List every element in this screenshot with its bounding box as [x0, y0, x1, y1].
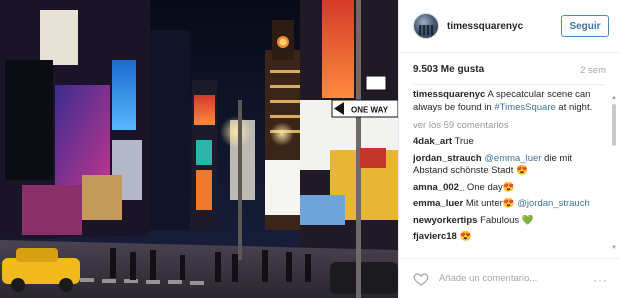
comment-author[interactable]: fjavierc18: [413, 231, 457, 242]
divider: [413, 84, 606, 85]
hashtag-link[interactable]: #TimesSquare: [494, 102, 555, 113]
ellipsis-icon[interactable]: ···: [593, 273, 608, 287]
times-square-night-scene: ONE WAY: [0, 0, 398, 298]
comment-text: Fabulous 💚: [480, 214, 534, 226]
caption-text-end: at night.: [555, 101, 593, 113]
caption: timessquarenyc A specatcular scene can a…: [413, 89, 603, 114]
comment-author[interactable]: amna_002_: [413, 182, 464, 193]
comment-text: True: [454, 136, 474, 147]
post-details-panel: timessquarenyc Seguir 9.503 Me gusta 2 s…: [398, 0, 620, 298]
chevron-down-icon[interactable]: ▼: [611, 245, 617, 251]
instagram-post-modal: ONE WAY timessquarenyc Seguir 9.503 Me g…: [0, 0, 620, 298]
scroll-thumb[interactable]: [612, 104, 616, 146]
chevron-up-icon[interactable]: ▲: [611, 95, 617, 101]
comment-author[interactable]: emma_luer: [413, 198, 463, 209]
avatar[interactable]: [413, 13, 439, 39]
comment-item: amna_002_ One day😍: [413, 182, 608, 195]
follow-button[interactable]: Seguir: [561, 15, 609, 37]
post-timestamp[interactable]: 2 sem: [580, 65, 606, 76]
comment-item: 4dak_art True: [413, 136, 608, 149]
heart-icon[interactable]: [413, 271, 429, 287]
comment-text: Mit unter😍: [465, 198, 518, 209]
mention-link[interactable]: @jordan_strauch: [517, 198, 590, 209]
svg-text:ONE WAY: ONE WAY: [351, 106, 389, 115]
comment-author[interactable]: 4dak_art: [413, 136, 452, 147]
comment-item: jordan_strauch @emma_luer die mit Abstan…: [413, 153, 608, 178]
post-stats: 9.503 Me gusta 2 sem: [413, 64, 606, 78]
likes-count[interactable]: 9.503 Me gusta: [413, 64, 484, 75]
comment-item: fjavierc18 😍: [413, 231, 608, 244]
caption-author[interactable]: timessquarenyc: [413, 89, 485, 100]
comments-list[interactable]: timessquarenyc A specatcular scene can a…: [413, 89, 608, 257]
comment-item: emma_luer Mit unter😍 @jordan_strauch: [413, 198, 608, 211]
comment-author[interactable]: jordan_strauch: [413, 153, 482, 164]
post-header: timessquarenyc Seguir: [399, 0, 620, 53]
add-comment-input[interactable]: [439, 269, 569, 288]
comment-text: One day😍: [466, 181, 515, 193]
mention-link[interactable]: @emma_luer: [484, 153, 541, 164]
view-all-comments-link[interactable]: ver los 59 comentarios: [413, 120, 608, 132]
comment-item: newyorkertips Fabulous 💚: [413, 215, 608, 228]
one-way-sign: ONE WAY: [331, 99, 398, 118]
comments-scrollbar[interactable]: ▲ ▼: [611, 95, 617, 251]
post-photo[interactable]: ONE WAY: [0, 0, 398, 298]
username-link[interactable]: timessquarenyc: [447, 21, 523, 32]
comment-footer: ···: [399, 258, 620, 298]
comment-text: 😍: [459, 231, 472, 242]
comment-author[interactable]: newyorkertips: [413, 215, 477, 226]
